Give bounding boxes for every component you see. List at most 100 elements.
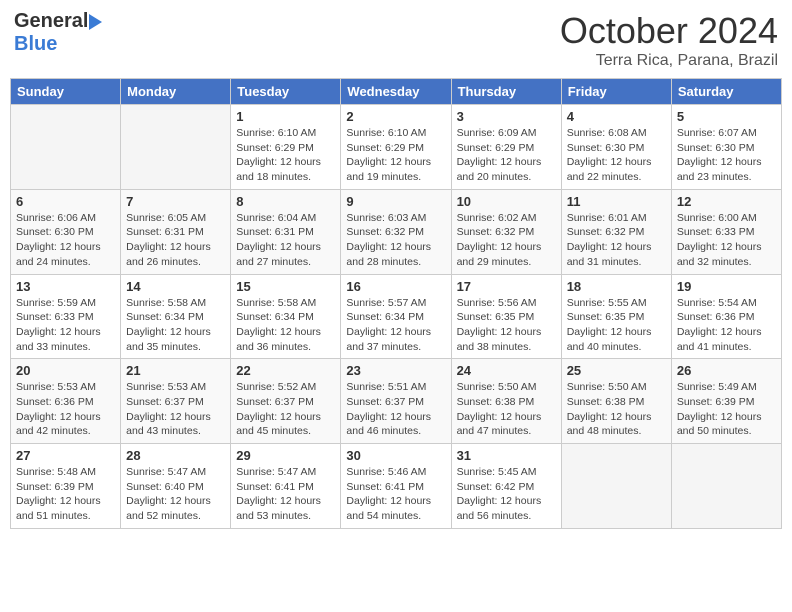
calendar-cell: 4Sunrise: 6:08 AMSunset: 6:30 PMDaylight… [561, 105, 671, 190]
day-number: 3 [457, 109, 556, 124]
calendar-cell: 26 Sunrise: 5:49 AMSunset: 6:39 PMDayligh… [671, 359, 781, 444]
col-thursday: Thursday [451, 79, 561, 105]
calendar-cell: 19 Sunrise: 5:54 AMSunset: 6:36 PMDayligh… [671, 274, 781, 359]
calendar-cell: 30 Sunrise: 5:46 AMSunset: 6:41 PMDayligh… [341, 444, 451, 529]
day-info: Sunrise: 6:01 AMSunset: 6:32 PMDaylight:… [567, 211, 666, 270]
day-number: 31 [457, 448, 556, 463]
day-info: Sunrise: 5:54 AMSunset: 6:36 PMDaylight:… [677, 296, 776, 355]
col-tuesday: Tuesday [231, 79, 341, 105]
calendar-cell: 24Sunrise: 5:50 AMSunset: 6:38 PMDayligh… [451, 359, 561, 444]
calendar-week-row: 6 Sunrise: 6:06 AMSunset: 6:30 PMDaylight… [11, 189, 782, 274]
day-number: 10 [457, 194, 556, 209]
day-info: Sunrise: 5:49 AMSunset: 6:39 PMDaylight:… [677, 380, 776, 439]
day-number: 6 [16, 194, 115, 209]
day-number: 22 [236, 363, 335, 378]
calendar-cell: 14Sunrise: 5:58 AMSunset: 6:34 PMDayligh… [121, 274, 231, 359]
day-number: 11 [567, 194, 666, 209]
day-number: 16 [346, 279, 445, 294]
day-number: 30 [346, 448, 445, 463]
day-info: Sunrise: 6:04 AMSunset: 6:31 PMDaylight:… [236, 211, 335, 270]
calendar-cell [11, 105, 121, 190]
page-subtitle: Terra Rica, Parana, Brazil [560, 52, 778, 70]
day-info: Sunrise: 5:45 AMSunset: 6:42 PMDaylight:… [457, 465, 556, 524]
day-info: Sunrise: 5:51 AMSunset: 6:37 PMDaylight:… [346, 380, 445, 439]
calendar-week-row: 20 Sunrise: 5:53 AMSunset: 6:36 PMDayligh… [11, 359, 782, 444]
day-number: 2 [346, 109, 445, 124]
col-monday: Monday [121, 79, 231, 105]
calendar-cell: 21 Sunrise: 5:53 AMSunset: 6:37 PMDayligh… [121, 359, 231, 444]
calendar-cell: 18Sunrise: 5:55 AMSunset: 6:35 PMDayligh… [561, 274, 671, 359]
day-info: Sunrise: 5:53 AMSunset: 6:36 PMDaylight:… [16, 380, 115, 439]
day-number: 25 [567, 363, 666, 378]
day-number: 9 [346, 194, 445, 209]
day-info: Sunrise: 5:57 AMSunset: 6:34 PMDaylight:… [346, 296, 445, 355]
day-number: 4 [567, 109, 666, 124]
calendar-cell: 3 Sunrise: 6:09 AMSunset: 6:29 PMDaylight… [451, 105, 561, 190]
page-title: October 2024 [560, 10, 778, 52]
calendar-cell: 17 Sunrise: 5:56 AMSunset: 6:35 PMDayligh… [451, 274, 561, 359]
day-info: Sunrise: 5:48 AMSunset: 6:39 PMDaylight:… [16, 465, 115, 524]
day-info: Sunrise: 5:50 AMSunset: 6:38 PMDaylight:… [567, 380, 666, 439]
calendar-cell: 31 Sunrise: 5:45 AMSunset: 6:42 PMDayligh… [451, 444, 561, 529]
day-info: Sunrise: 6:05 AMSunset: 6:31 PMDaylight:… [126, 211, 225, 270]
calendar-cell: 5Sunrise: 6:07 AMSunset: 6:30 PMDaylight… [671, 105, 781, 190]
calendar-cell: 10 Sunrise: 6:02 AMSunset: 6:32 PMDayligh… [451, 189, 561, 274]
col-wednesday: Wednesday [341, 79, 451, 105]
calendar-cell [121, 105, 231, 190]
logo-text: General [14, 10, 102, 33]
day-number: 26 [677, 363, 776, 378]
calendar-cell: 13 Sunrise: 5:59 AMSunset: 6:33 PMDayligh… [11, 274, 121, 359]
calendar-header-row: Sunday Monday Tuesday Wednesday Thursday… [11, 79, 782, 105]
logo-blue: Blue [14, 33, 57, 55]
day-info: Sunrise: 5:46 AMSunset: 6:41 PMDaylight:… [346, 465, 445, 524]
logo-arrow-icon [89, 14, 102, 30]
day-info: Sunrise: 6:06 AMSunset: 6:30 PMDaylight:… [16, 211, 115, 270]
day-number: 12 [677, 194, 776, 209]
day-number: 13 [16, 279, 115, 294]
day-info: Sunrise: 6:03 AMSunset: 6:32 PMDaylight:… [346, 211, 445, 270]
calendar-week-row: 1Sunrise: 6:10 AMSunset: 6:29 PMDaylight… [11, 105, 782, 190]
calendar-cell: 15 Sunrise: 5:58 AMSunset: 6:34 PMDayligh… [231, 274, 341, 359]
calendar-cell [561, 444, 671, 529]
day-info: Sunrise: 5:56 AMSunset: 6:35 PMDaylight:… [457, 296, 556, 355]
day-info: Sunrise: 6:10 AMSunset: 6:29 PMDaylight:… [346, 126, 445, 185]
page-header: General Blue October 2024 Terra Rica, Pa… [10, 10, 782, 70]
day-info: Sunrise: 5:52 AMSunset: 6:37 PMDaylight:… [236, 380, 335, 439]
calendar-cell: 9 Sunrise: 6:03 AMSunset: 6:32 PMDaylight… [341, 189, 451, 274]
day-info: Sunrise: 6:02 AMSunset: 6:32 PMDaylight:… [457, 211, 556, 270]
title-block: October 2024 Terra Rica, Parana, Brazil [560, 10, 778, 70]
day-number: 20 [16, 363, 115, 378]
day-number: 17 [457, 279, 556, 294]
calendar-cell: 20 Sunrise: 5:53 AMSunset: 6:36 PMDayligh… [11, 359, 121, 444]
day-info: Sunrise: 6:00 AMSunset: 6:33 PMDaylight:… [677, 211, 776, 270]
logo: General Blue [14, 10, 102, 56]
calendar-cell: 22 Sunrise: 5:52 AMSunset: 6:37 PMDayligh… [231, 359, 341, 444]
calendar-cell: 2 Sunrise: 6:10 AMSunset: 6:29 PMDaylight… [341, 105, 451, 190]
calendar-cell: 28Sunrise: 5:47 AMSunset: 6:40 PMDayligh… [121, 444, 231, 529]
calendar-cell: 7Sunrise: 6:05 AMSunset: 6:31 PMDaylight… [121, 189, 231, 274]
day-number: 21 [126, 363, 225, 378]
logo-blue-text: Blue [14, 33, 102, 56]
day-number: 5 [677, 109, 776, 124]
day-info: Sunrise: 5:58 AMSunset: 6:34 PMDaylight:… [236, 296, 335, 355]
day-number: 29 [236, 448, 335, 463]
calendar-cell: 25 Sunrise: 5:50 AMSunset: 6:38 PMDayligh… [561, 359, 671, 444]
calendar-week-row: 13 Sunrise: 5:59 AMSunset: 6:33 PMDayligh… [11, 274, 782, 359]
day-info: Sunrise: 6:09 AMSunset: 6:29 PMDaylight:… [457, 126, 556, 185]
calendar-cell: 29Sunrise: 5:47 AMSunset: 6:41 PMDayligh… [231, 444, 341, 529]
calendar-cell: 1Sunrise: 6:10 AMSunset: 6:29 PMDaylight… [231, 105, 341, 190]
calendar-table: Sunday Monday Tuesday Wednesday Thursday… [10, 78, 782, 529]
col-sunday: Sunday [11, 79, 121, 105]
day-number: 8 [236, 194, 335, 209]
calendar-cell: 12 Sunrise: 6:00 AMSunset: 6:33 PMDayligh… [671, 189, 781, 274]
day-info: Sunrise: 5:53 AMSunset: 6:37 PMDaylight:… [126, 380, 225, 439]
calendar-cell: 27Sunrise: 5:48 AMSunset: 6:39 PMDayligh… [11, 444, 121, 529]
logo-general: General [14, 10, 88, 32]
day-number: 18 [567, 279, 666, 294]
day-number: 15 [236, 279, 335, 294]
calendar-cell: 16 Sunrise: 5:57 AMSunset: 6:34 PMDayligh… [341, 274, 451, 359]
day-info: Sunrise: 5:59 AMSunset: 6:33 PMDaylight:… [16, 296, 115, 355]
day-info: Sunrise: 5:58 AMSunset: 6:34 PMDaylight:… [126, 296, 225, 355]
calendar-cell: 6 Sunrise: 6:06 AMSunset: 6:30 PMDaylight… [11, 189, 121, 274]
day-number: 19 [677, 279, 776, 294]
